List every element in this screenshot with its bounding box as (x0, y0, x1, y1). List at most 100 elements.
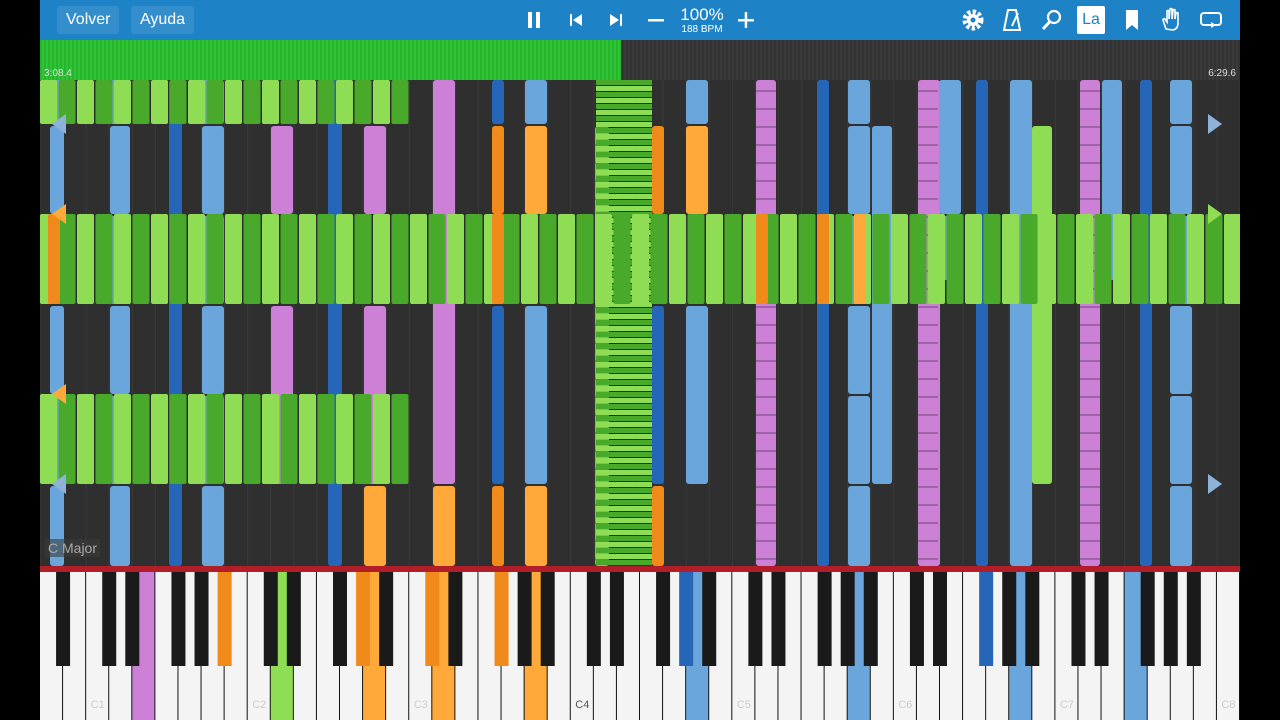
note (202, 306, 224, 394)
note (1170, 486, 1192, 566)
black-key[interactable] (679, 572, 694, 666)
black-key[interactable] (609, 572, 624, 666)
note-divider (918, 144, 938, 146)
black-key[interactable] (517, 572, 532, 666)
black-key[interactable] (909, 572, 924, 666)
note (596, 140, 652, 145)
black-key[interactable] (840, 572, 855, 666)
search-icon[interactable] (1037, 5, 1067, 35)
skip-back-icon[interactable] (561, 5, 591, 35)
note (1010, 80, 1032, 566)
black-key[interactable] (102, 572, 117, 666)
note (428, 214, 446, 304)
black-key[interactable] (171, 572, 186, 666)
black-key[interactable] (425, 572, 440, 666)
black-key[interactable] (656, 572, 671, 666)
note (1205, 214, 1223, 304)
back-button[interactable]: Volver (57, 6, 120, 34)
black-key[interactable] (56, 572, 71, 666)
black-key[interactable] (448, 572, 463, 666)
black-key[interactable] (771, 572, 786, 666)
black-key[interactable] (356, 572, 371, 666)
black-key[interactable] (1140, 572, 1155, 666)
black-key[interactable] (979, 572, 994, 666)
note (687, 214, 705, 304)
progress-bar[interactable]: 3:08.4 6:29.6 (40, 40, 1240, 80)
note-divider (918, 396, 938, 398)
note (596, 404, 652, 409)
speed-percent: 100% (680, 5, 724, 24)
piano-roll-app: Volver Ayuda 100% 188 BPM La 3:08.4 6:29… (40, 0, 1240, 720)
note (1020, 214, 1038, 304)
note (596, 398, 652, 403)
note-divider (1080, 126, 1100, 128)
bookmark-icon[interactable] (1117, 5, 1147, 35)
note (596, 386, 652, 391)
black-key[interactable] (933, 572, 947, 666)
black-key[interactable] (125, 572, 140, 666)
note (596, 380, 652, 385)
note (1170, 80, 1192, 124)
black-key[interactable] (702, 572, 717, 666)
note (114, 214, 131, 304)
black-key[interactable] (586, 572, 601, 666)
note (1150, 214, 1167, 304)
piano-keyboard[interactable]: C1 C2 C3 C4 C5 C6 C7 C8 (40, 566, 1240, 720)
metronome-icon[interactable] (997, 5, 1027, 35)
note (169, 80, 187, 124)
note (206, 394, 224, 484)
note-divider (1080, 432, 1100, 434)
black-key[interactable] (817, 572, 832, 666)
black-key[interactable] (379, 572, 394, 666)
note-divider (756, 414, 776, 416)
octave-label: C6 (898, 699, 912, 711)
note-divider (918, 414, 938, 416)
black-key[interactable] (1071, 572, 1086, 666)
note (596, 200, 652, 205)
black-key[interactable] (540, 572, 555, 666)
note-divider (918, 432, 938, 434)
gear-icon[interactable] (958, 5, 988, 35)
note (1094, 214, 1112, 304)
note-divider (918, 540, 938, 542)
hand-icon[interactable] (1156, 5, 1186, 35)
loop-icon[interactable] (1196, 5, 1226, 35)
black-key[interactable] (333, 572, 347, 666)
black-key[interactable] (1002, 572, 1017, 666)
black-key[interactable] (494, 572, 509, 666)
note-divider (756, 378, 776, 380)
black-key[interactable] (1025, 572, 1040, 666)
white-key[interactable] (1216, 572, 1239, 720)
note-label-icon[interactable]: La (1077, 6, 1105, 34)
note (354, 214, 372, 304)
note (596, 320, 652, 325)
note (652, 306, 664, 484)
note (243, 80, 261, 124)
note-divider (918, 90, 938, 92)
piano-keys[interactable]: C1 C2 C3 C4 C5 C6 C7 C8 (40, 572, 1240, 720)
note (336, 214, 353, 304)
note (596, 542, 652, 547)
plus-icon[interactable] (731, 5, 761, 35)
note (114, 80, 131, 124)
black-key[interactable] (286, 572, 301, 666)
pause-icon[interactable] (519, 5, 549, 35)
note-roll[interactable]: C Major (40, 80, 1240, 566)
black-key[interactable] (194, 572, 209, 666)
note (206, 80, 224, 124)
note (280, 394, 298, 484)
note (1076, 214, 1093, 304)
black-key[interactable] (217, 572, 232, 666)
skip-forward-icon[interactable] (601, 5, 631, 35)
black-key[interactable] (1163, 572, 1178, 666)
note (596, 362, 652, 367)
note (280, 214, 298, 304)
black-key[interactable] (1094, 572, 1109, 666)
black-key[interactable] (263, 572, 278, 666)
help-button[interactable]: Ayuda (131, 6, 195, 34)
black-key[interactable] (1186, 572, 1201, 666)
black-key[interactable] (748, 572, 763, 666)
black-key[interactable] (863, 572, 878, 666)
note (686, 80, 708, 124)
note (317, 214, 335, 304)
